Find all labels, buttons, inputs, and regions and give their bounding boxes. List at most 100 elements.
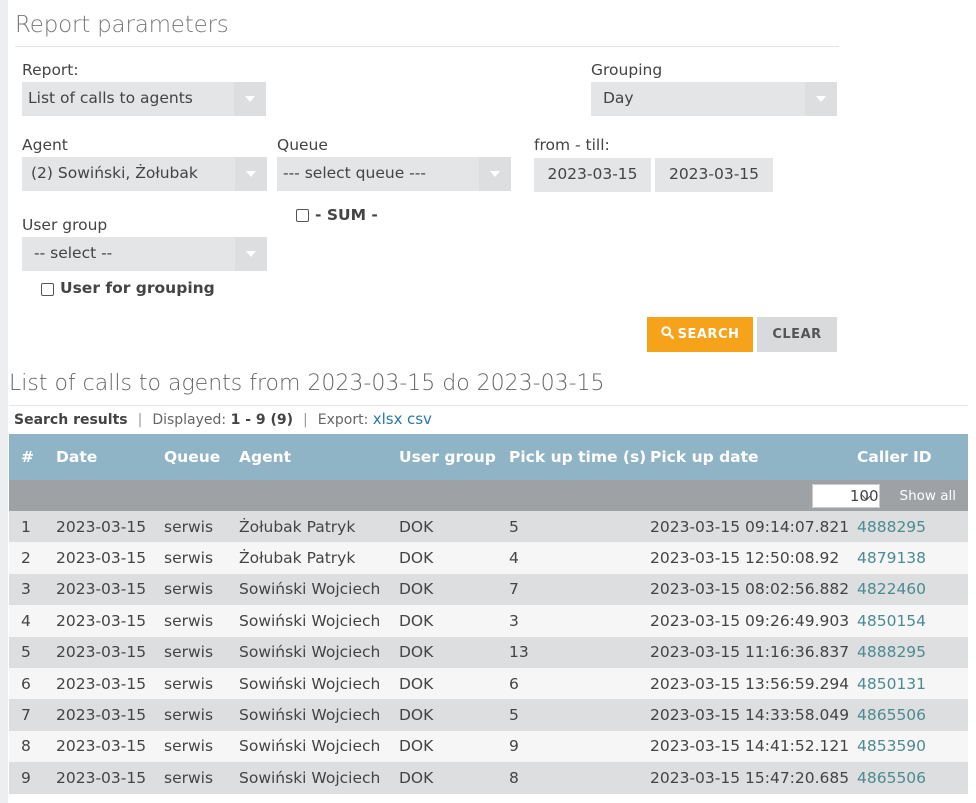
column-header[interactable]: Date: [56, 434, 164, 480]
table-cell: 2023-03-15: [56, 573, 164, 606]
table-cell: 2023-03-15: [56, 511, 164, 543]
left-border: [0, 0, 8, 803]
table-cell: DOK: [399, 511, 509, 543]
table-cell: DOK: [399, 605, 509, 637]
table-cell: 13: [509, 636, 650, 668]
caller-id-cell[interactable]: 4850131: [857, 667, 968, 700]
table-cell: Sowiński Wojciech: [239, 730, 399, 763]
table-row: 9 2023-03-15 serwis Sowiński Wojciech DOK 8 20…: [9, 762, 968, 794]
chevron-down-icon: [235, 237, 267, 271]
table-cell: 2023-03-15: [56, 667, 164, 700]
report-select-value: List of calls to agents: [28, 89, 193, 107]
caller-id-cell[interactable]: 4879138: [857, 542, 968, 574]
caller-id-cell[interactable]: 4865506: [857, 762, 968, 794]
table-row: 2 2023-03-15 serwis Żołubak Patryk DOK 4 2023-…: [9, 542, 968, 574]
column-header[interactable]: Queue: [164, 434, 239, 480]
table-row: 7 2023-03-15 serwis Sowiński Wojciech DOK 5 20…: [9, 699, 968, 731]
table-cell: serwis: [164, 542, 239, 574]
table-cell: 2023-03-15: [56, 636, 164, 668]
per-page-select[interactable]: 100: [811, 483, 880, 508]
caller-id-cell[interactable]: 4888295: [857, 511, 968, 543]
table-cell: 7: [509, 573, 650, 606]
table-cell: 5: [9, 636, 56, 668]
table-cell: Sowiński Wojciech: [239, 699, 399, 731]
table-cell: 2023-03-15 14:33:58.049: [650, 699, 857, 731]
results-table: # Date Queue Agent User group Pick up ti…: [9, 434, 968, 794]
caller-id-cell[interactable]: 4850154: [857, 605, 968, 637]
table-cell: 2023-03-15: [56, 762, 164, 794]
column-header[interactable]: Agent: [239, 434, 399, 480]
table-cell: 8: [9, 730, 56, 763]
table-row: 5 2023-03-15 serwis Sowiński Wojciech DOK 13 2…: [9, 636, 968, 668]
table-cell: 2023-03-15 11:16:36.837: [650, 636, 857, 668]
table-cell: serwis: [164, 511, 239, 543]
report-label: Report:: [22, 61, 79, 79]
table-cell: 2023-03-15 08:02:56.882: [650, 573, 857, 606]
table-cell: serwis: [164, 573, 239, 606]
divider: [9, 405, 968, 406]
displayed-value: 1 - 9 (9): [230, 412, 294, 428]
column-header[interactable]: Pick up time (s): [509, 434, 650, 480]
search-button[interactable]: SEARCH: [647, 317, 753, 352]
export-xlsx-link[interactable]: xlsx: [373, 410, 403, 428]
agent-select[interactable]: (2) Sowiński, Żołubak: [22, 157, 267, 191]
date-till-input[interactable]: 2023-03-15: [655, 158, 773, 192]
grouping-select[interactable]: Day: [591, 82, 837, 116]
table-cell: DOK: [399, 542, 509, 574]
results-toolbar: Search results | Displayed: 1 - 9 (9) | Expo…: [14, 410, 432, 428]
table-cell: 2023-03-15 09:14:07.821: [650, 511, 857, 543]
table-cell: 6: [509, 667, 650, 700]
caller-id-cell[interactable]: 4865506: [857, 699, 968, 731]
table-cell: 2023-03-15 14:41:52.121: [650, 730, 857, 763]
caller-id-cell[interactable]: 4822460: [857, 573, 968, 606]
caller-id-cell[interactable]: 4853590: [857, 730, 968, 763]
user-for-grouping-checkbox[interactable]: [41, 283, 54, 296]
user-group-select[interactable]: -- select --: [22, 237, 267, 271]
table-cell: 3: [9, 573, 56, 606]
user-for-grouping-label: User for grouping: [60, 279, 215, 297]
table-cell: 2023-03-15 09:26:49.903: [650, 605, 857, 637]
sum-checkbox-label: - SUM -: [315, 206, 378, 224]
table-cell: serwis: [164, 730, 239, 763]
table-cell: 9: [509, 730, 650, 763]
export-label: Export:: [317, 412, 369, 428]
table-cell: DOK: [399, 636, 509, 668]
table-header-row: # Date Queue Agent User group Pick up ti…: [9, 434, 968, 480]
table-cell: DOK: [399, 573, 509, 606]
chevron-down-icon: [805, 82, 837, 116]
table-cell: 4: [509, 542, 650, 574]
caller-id-cell[interactable]: 4888295: [857, 636, 968, 668]
column-header[interactable]: #: [9, 434, 56, 480]
table-cell: serwis: [164, 636, 239, 668]
table-cell: Sowiński Wojciech: [239, 605, 399, 637]
agent-label: Agent: [22, 136, 68, 154]
table-cell: 2023-03-15: [56, 699, 164, 731]
table-cell: 5: [509, 511, 650, 543]
export-csv-link[interactable]: csv: [407, 410, 432, 428]
column-header[interactable]: User group: [399, 434, 509, 480]
separator: |: [137, 412, 143, 428]
table-cell: 2023-03-15 12:50:08.92: [650, 542, 857, 574]
table-row: 3 2023-03-15 serwis Sowiński Wojciech DOK 7 20…: [9, 573, 968, 606]
clear-button[interactable]: CLEAR: [757, 317, 837, 352]
show-all-link[interactable]: Show all: [900, 488, 957, 504]
table-cell: 4: [9, 605, 56, 637]
table-cell: 2023-03-15: [56, 605, 164, 637]
separator: |: [303, 412, 308, 428]
table-cell: 6: [9, 667, 56, 700]
table-cell: Żołubak Patryk: [239, 542, 399, 574]
results-title: List of calls to agents from 2023-03-15 …: [9, 371, 605, 396]
table-cell: Sowiński Wojciech: [239, 636, 399, 668]
date-from-input[interactable]: 2023-03-15: [534, 158, 651, 192]
column-header[interactable]: Caller ID: [857, 434, 968, 480]
table-cell: 8: [509, 762, 650, 794]
column-header[interactable]: Pick up date: [650, 434, 857, 480]
report-select[interactable]: List of calls to agents: [22, 82, 266, 116]
sum-checkbox[interactable]: [296, 209, 309, 222]
grouping-label: Grouping: [591, 61, 663, 79]
table-cell: Żołubak Patryk: [239, 511, 399, 543]
table-cell: serwis: [164, 699, 239, 731]
table-cell: serwis: [164, 667, 239, 700]
search-icon: [660, 326, 674, 340]
queue-select[interactable]: --- select queue ---: [277, 157, 511, 191]
